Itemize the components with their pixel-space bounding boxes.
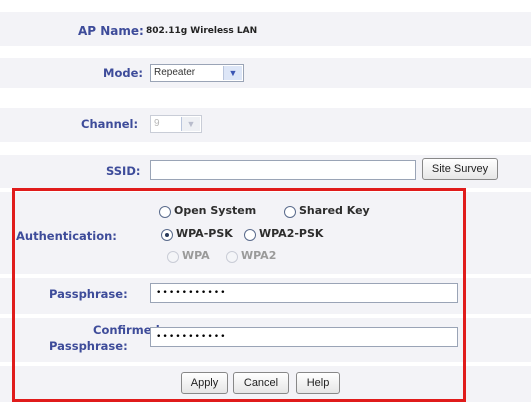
channel-select[interactable]: 9 ▼ <box>150 115 202 133</box>
channel-label: Channel: <box>81 117 139 131</box>
chevron-down-icon[interactable]: ▼ <box>181 117 200 131</box>
highlight-box <box>12 188 466 402</box>
ssid-input[interactable] <box>150 160 416 180</box>
ssid-label: SSID: <box>106 164 141 178</box>
chevron-down-icon[interactable]: ▼ <box>223 66 242 80</box>
row-band-channel <box>0 108 531 142</box>
ap-name-value: 802.11g Wireless LAN <box>146 26 258 36</box>
mode-select-value: Repeater <box>154 67 196 78</box>
ap-name-label: AP Name: <box>78 24 144 38</box>
site-survey-button[interactable]: Site Survey <box>422 158 498 180</box>
mode-label: Mode: <box>103 66 143 80</box>
channel-select-value: 9 <box>154 118 160 129</box>
row-band-mode <box>0 58 531 88</box>
mode-select[interactable]: Repeater ▼ <box>150 64 244 82</box>
